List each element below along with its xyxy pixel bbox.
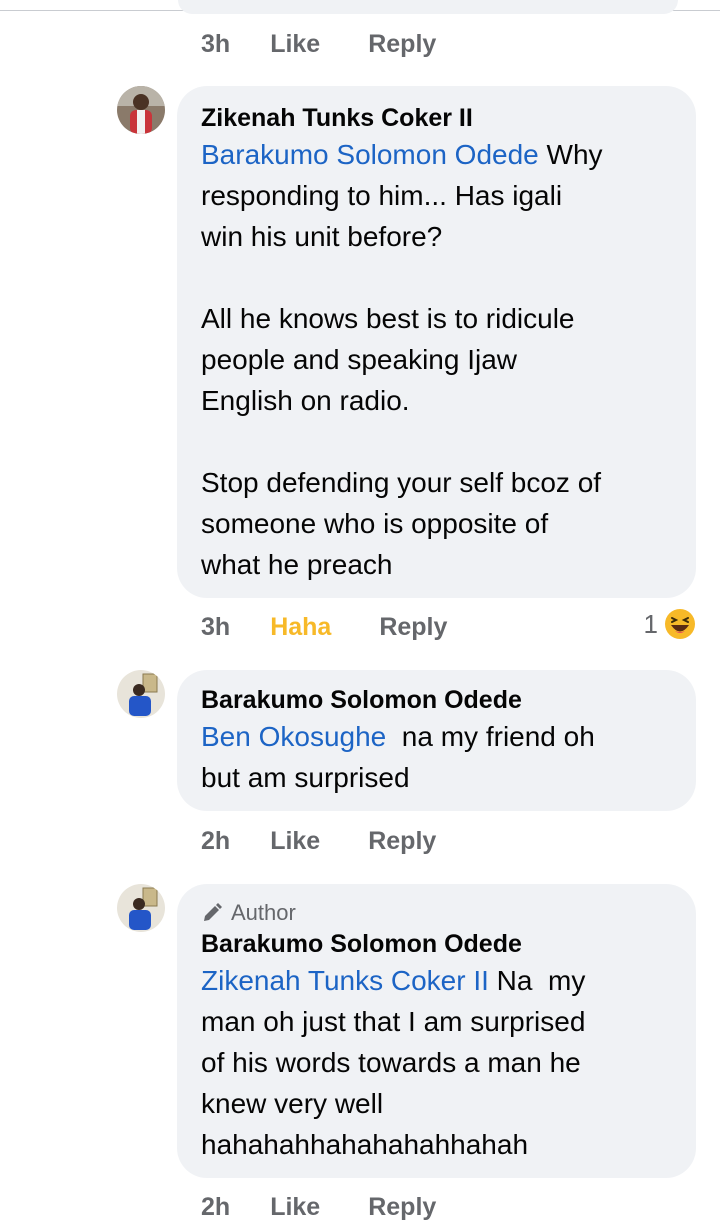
reply-button[interactable]: Reply bbox=[368, 827, 436, 856]
previous-comment-bubble bbox=[178, 0, 678, 14]
comment-actions: 3h Haha Reply bbox=[201, 609, 495, 645]
comment-time: 2h bbox=[201, 1192, 231, 1221]
like-button[interactable]: Like bbox=[270, 30, 320, 59]
user-photo-icon bbox=[117, 86, 165, 134]
previous-comment-actions: 3h Like Reply bbox=[201, 26, 484, 62]
reply-button[interactable]: Reply bbox=[368, 30, 436, 59]
comment-text: Ben Okosughe na my friend oh but am surp… bbox=[201, 716, 672, 798]
comment-bubble: Author Barakumo Solomon Odede Zikenah Tu… bbox=[177, 884, 696, 1178]
comment-time: 3h bbox=[201, 612, 231, 641]
avatar[interactable] bbox=[117, 670, 165, 718]
commenter-name[interactable]: Barakumo Solomon Odede bbox=[201, 928, 672, 960]
avatar[interactable] bbox=[117, 86, 165, 134]
pencil-icon bbox=[204, 903, 222, 921]
comment-text: Barakumo Solomon Odede Why responding to… bbox=[201, 134, 672, 585]
like-button[interactable]: Like bbox=[270, 1193, 320, 1222]
commenter-name[interactable]: Barakumo Solomon Odede bbox=[201, 684, 672, 716]
user-photo-icon bbox=[117, 884, 165, 932]
reply-button[interactable]: Reply bbox=[368, 1193, 436, 1222]
comment-actions: 2h Like Reply bbox=[201, 1189, 484, 1225]
reply-button[interactable]: Reply bbox=[379, 613, 447, 642]
comment-actions: 2h Like Reply bbox=[201, 823, 484, 859]
avatar[interactable] bbox=[117, 884, 165, 932]
comment-bubble: Barakumo Solomon Odede Ben Okosughe na m… bbox=[177, 670, 696, 811]
comment-bubble: Zikenah Tunks Coker II Barakumo Solomon … bbox=[177, 86, 696, 598]
comment-time: 3h bbox=[201, 29, 231, 58]
author-label: Author bbox=[231, 900, 296, 925]
user-photo-icon bbox=[117, 670, 165, 718]
like-button[interactable]: Like bbox=[270, 827, 320, 856]
mention-link[interactable]: Ben Okosughe bbox=[201, 721, 386, 752]
haha-reaction-button[interactable]: Haha bbox=[270, 613, 331, 642]
comment-text: Zikenah Tunks Coker II Na my man oh just… bbox=[201, 960, 672, 1165]
comment-body: Why responding to him... Has igali win h… bbox=[201, 139, 603, 580]
commenter-name[interactable]: Zikenah Tunks Coker II bbox=[201, 102, 672, 134]
mention-link[interactable]: Barakumo Solomon Odede bbox=[201, 139, 539, 170]
reaction-summary[interactable]: 1 bbox=[644, 608, 696, 640]
comment-time: 2h bbox=[201, 826, 231, 855]
haha-emoji-icon bbox=[665, 609, 695, 639]
mention-link[interactable]: Zikenah Tunks Coker II bbox=[201, 965, 489, 996]
reaction-count: 1 bbox=[643, 608, 658, 639]
author-badge: Author bbox=[201, 900, 672, 926]
